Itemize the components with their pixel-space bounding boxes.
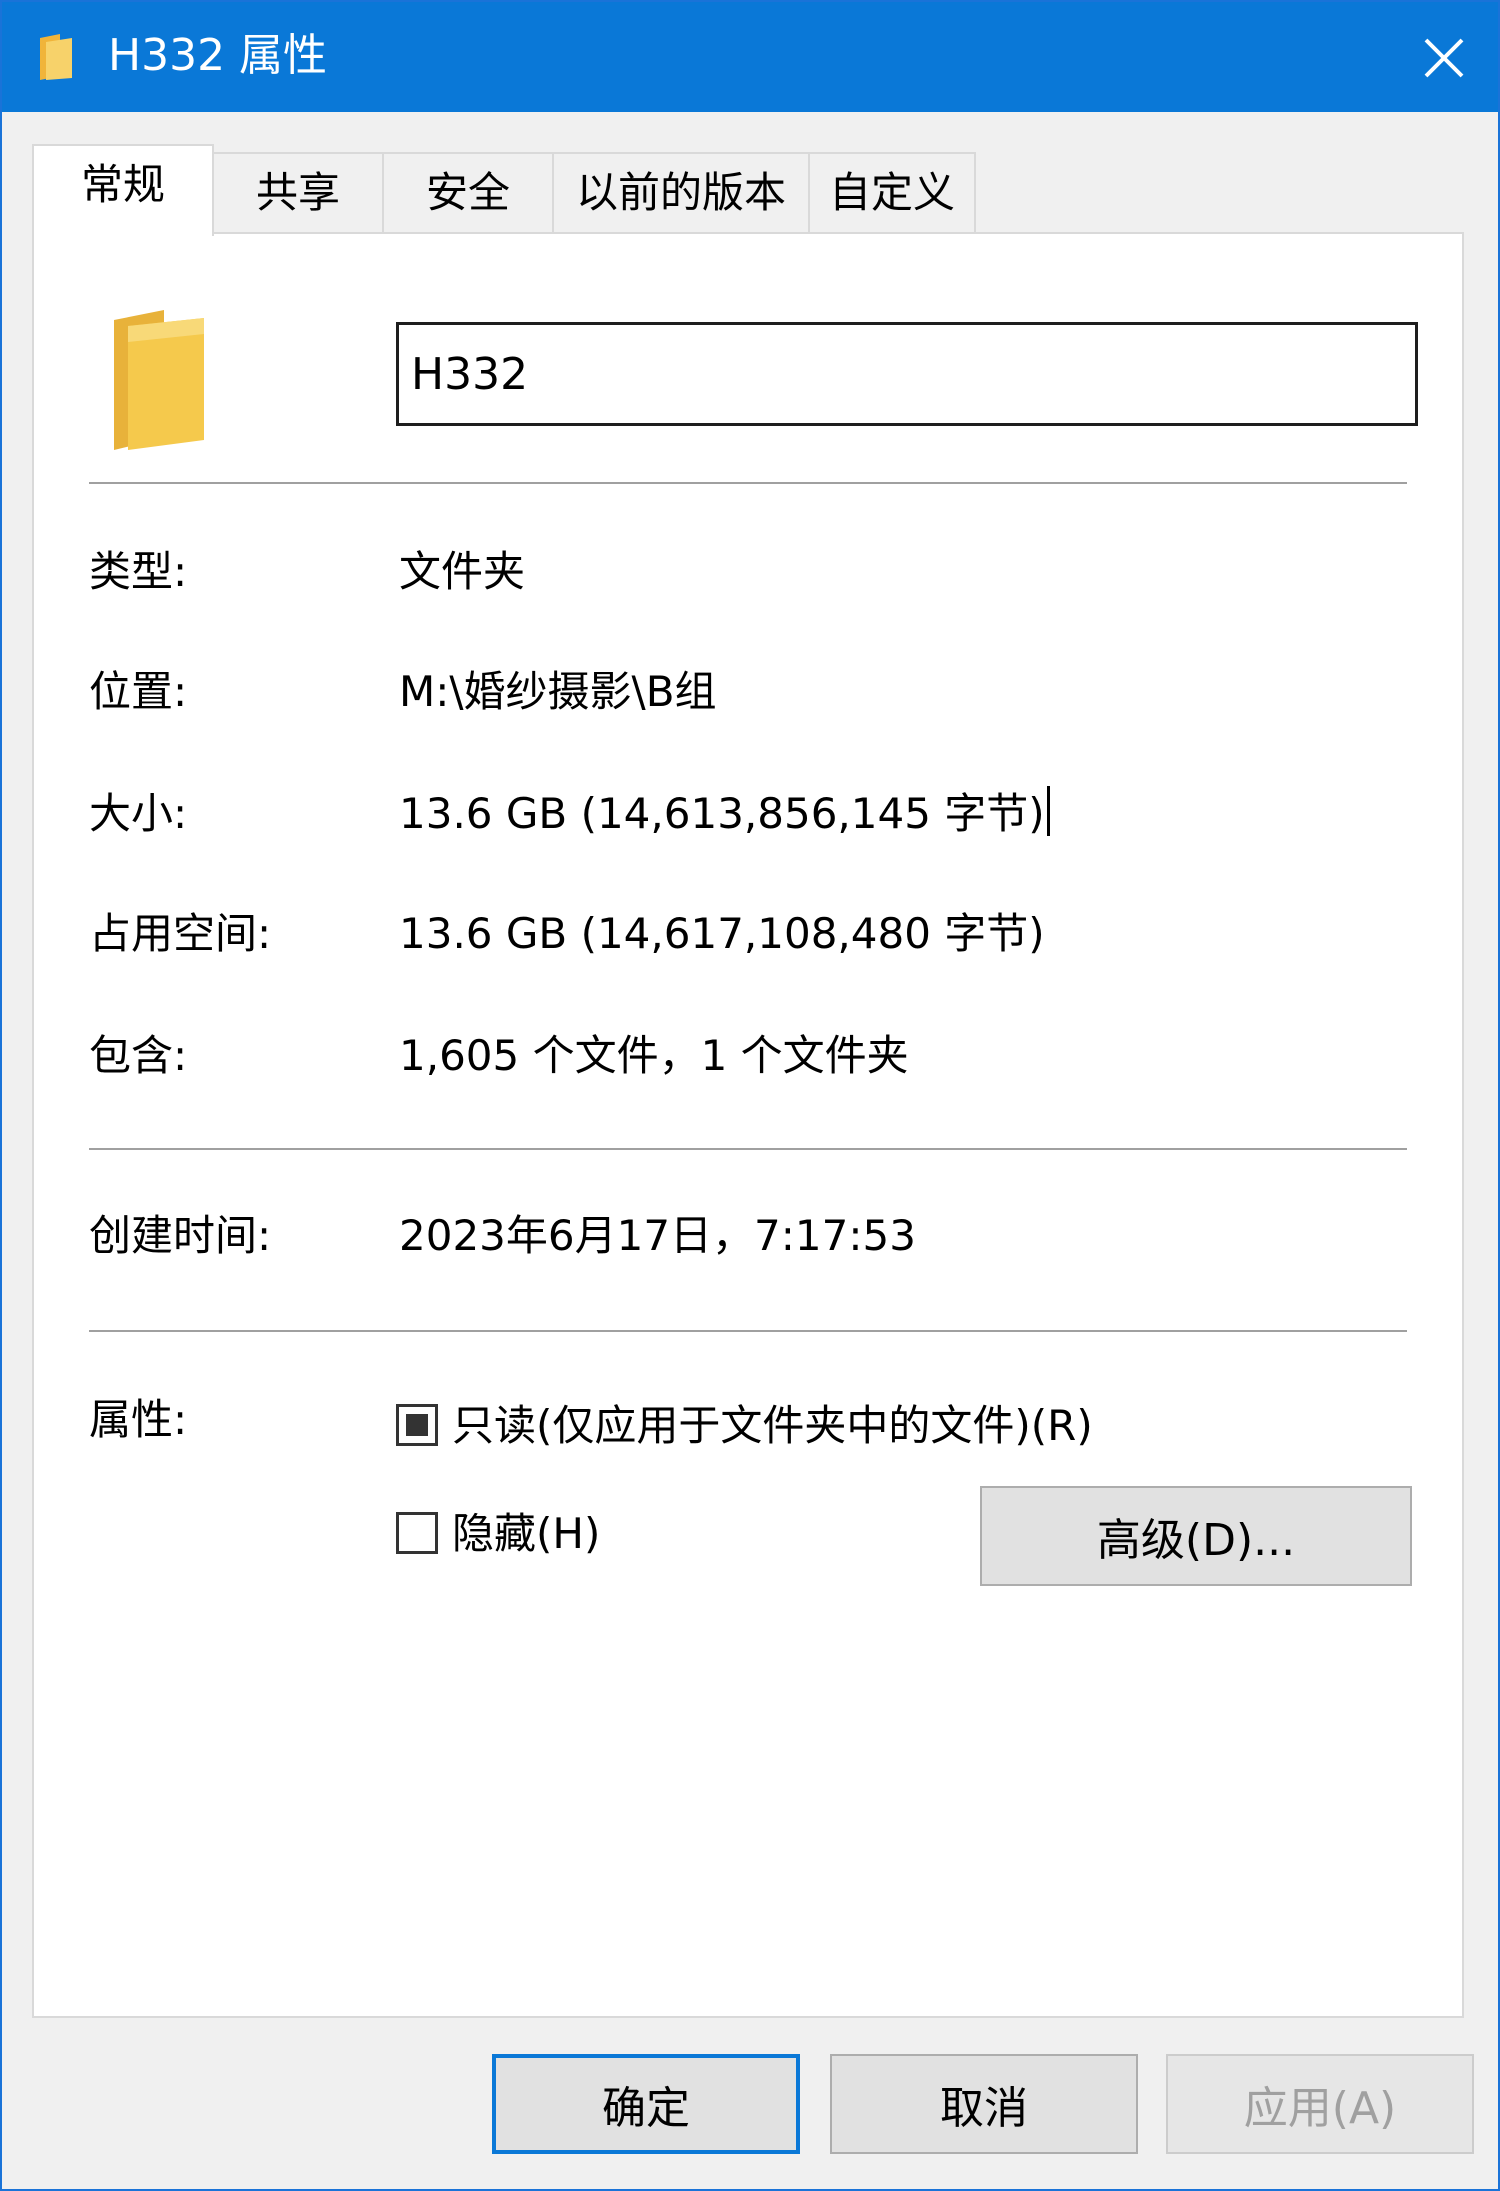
readonly-checkbox[interactable]: [396, 1404, 438, 1446]
folder-icon: [114, 310, 204, 450]
window-title: H332 属性: [108, 30, 328, 81]
size-value: 13.6 GB (14,613,856,145 字节): [399, 789, 1045, 838]
size-on-disk-label: 占用空间:: [89, 909, 272, 958]
general-panel: 类型: 文件夹 位置: M:\婚纱摄影\B组 大小: 13.6 GB (14,6…: [32, 232, 1464, 2018]
created-value: 2023年6月17日，7:17:53: [399, 1211, 916, 1260]
type-value: 文件夹: [399, 547, 526, 596]
advanced-button[interactable]: 高级(D)...: [980, 1486, 1412, 1586]
type-label: 类型:: [89, 547, 188, 596]
readonly-label[interactable]: 只读(仅应用于文件夹中的文件)(R): [452, 1398, 1093, 1454]
properties-window: H332 属性 常规 共享 安全 以前的版本 自定义 类型: 文件夹 位置: M…: [0, 0, 1500, 2191]
folder-name-input[interactable]: [396, 322, 1418, 426]
hidden-checkbox[interactable]: [396, 1512, 438, 1554]
text-cursor: [1046, 786, 1050, 836]
size-row: 13.6 GB (14,613,856,145 字节): [399, 786, 1050, 842]
attributes-label: 属性:: [89, 1395, 188, 1444]
separator: [89, 1330, 1407, 1332]
size-label: 大小:: [89, 789, 188, 838]
location-label: 位置:: [89, 667, 188, 716]
size-on-disk-value: 13.6 GB (14,617,108,480 字节): [399, 909, 1045, 958]
apply-button[interactable]: 应用(A): [1166, 2054, 1474, 2154]
tab-previous-versions[interactable]: 以前的版本: [552, 152, 810, 232]
separator: [89, 482, 1407, 484]
close-icon[interactable]: [1402, 16, 1486, 100]
tab-security[interactable]: 安全: [382, 152, 554, 232]
contains-value: 1,605 个文件，1 个文件夹: [399, 1031, 909, 1080]
tab-customize[interactable]: 自定义: [808, 152, 976, 232]
folder-icon: [40, 34, 72, 80]
created-label: 创建时间:: [89, 1211, 272, 1260]
tab-general[interactable]: 常规: [32, 144, 214, 236]
indeterminate-mark: [406, 1414, 428, 1436]
ok-button[interactable]: 确定: [492, 2054, 800, 2154]
separator: [89, 1148, 1407, 1150]
location-value: M:\婚纱摄影\B组: [399, 667, 717, 716]
tab-sharing[interactable]: 共享: [212, 152, 384, 232]
hidden-label[interactable]: 隐藏(H): [452, 1506, 600, 1562]
title-bar[interactable]: H332 属性: [2, 2, 1498, 112]
cancel-button[interactable]: 取消: [830, 2054, 1138, 2154]
contains-label: 包含:: [89, 1031, 188, 1080]
